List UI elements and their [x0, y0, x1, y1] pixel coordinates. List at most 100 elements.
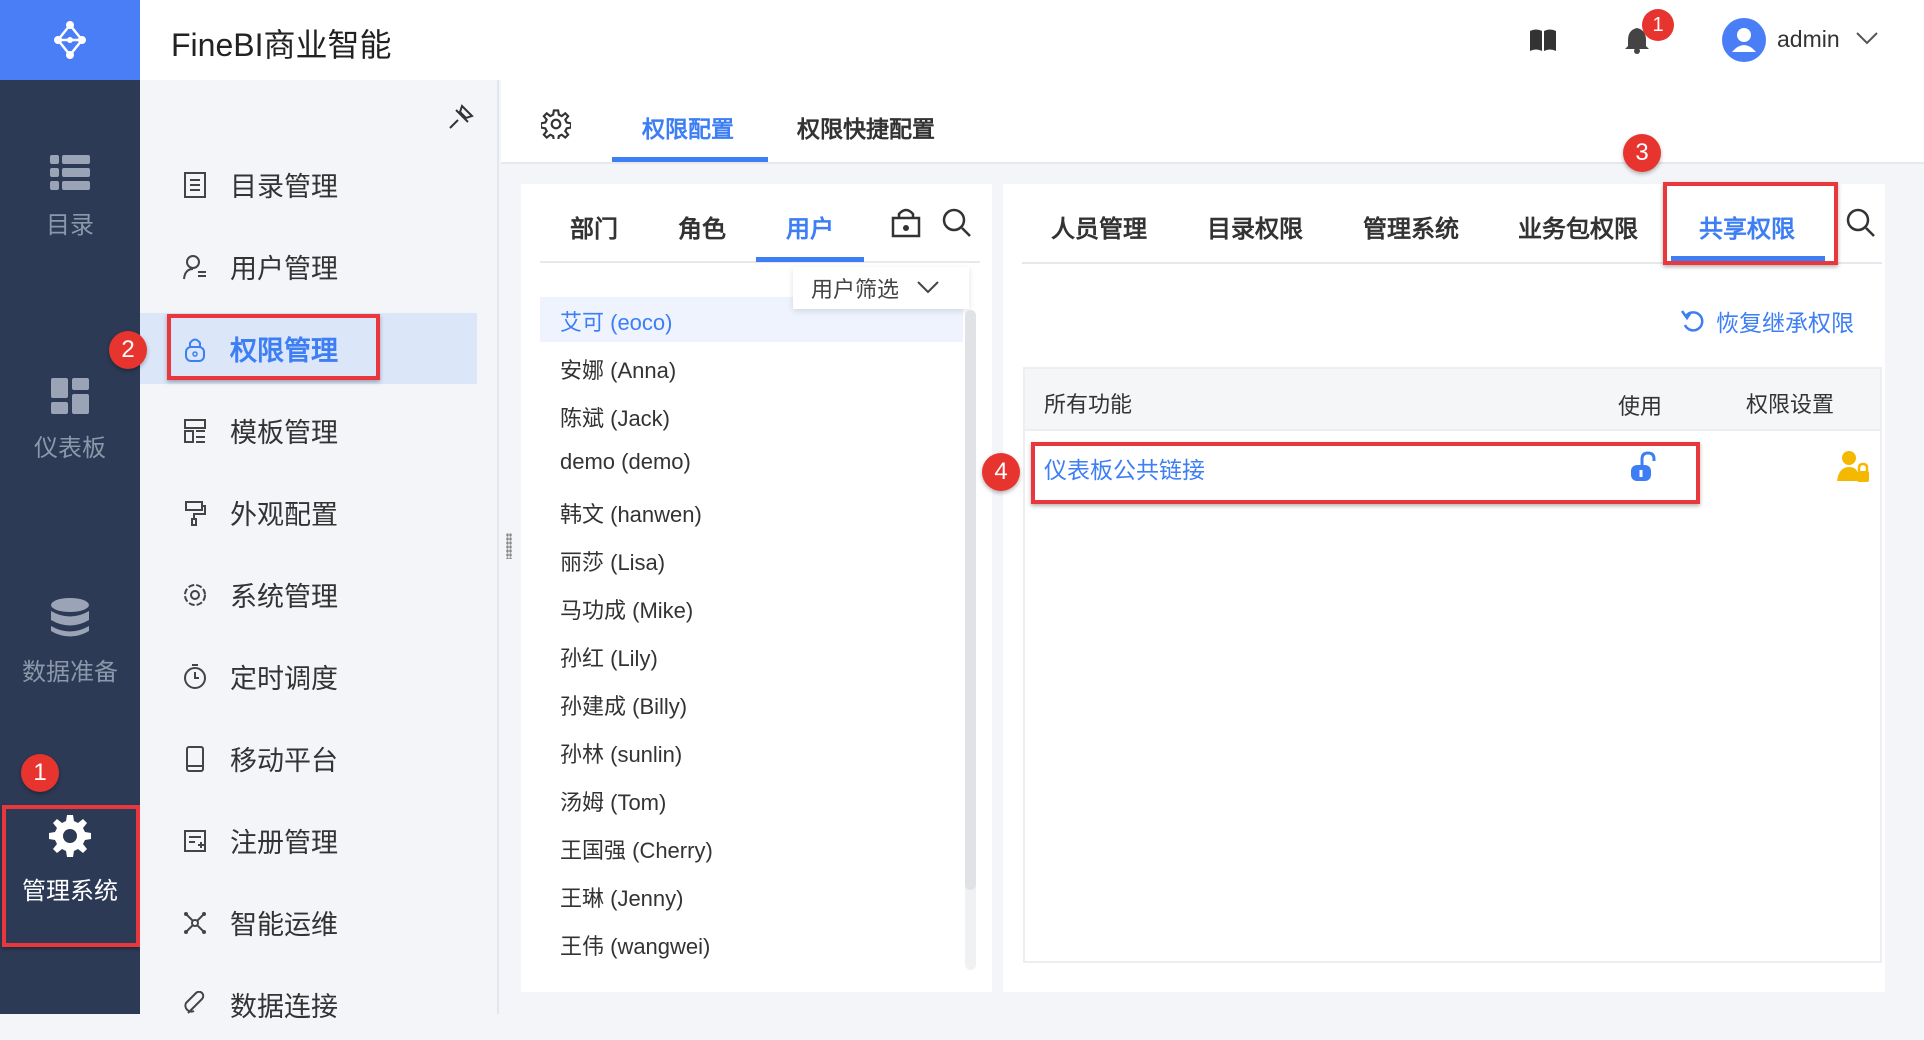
- sidebar-item-smart-ops[interactable]: 智能运维: [140, 887, 477, 958]
- column-header: 所有功能: [1044, 392, 1133, 417]
- rail-item-dashboard[interactable]: 仪表板: [0, 378, 140, 463]
- ops-icon: [184, 911, 206, 934]
- rail-item-data-prep[interactable]: 数据准备: [0, 598, 140, 687]
- sidebar-item-label: 用户管理: [230, 254, 338, 284]
- user-list-item[interactable]: 汤姆 (Tom): [560, 785, 666, 817]
- tab-admin-system[interactable]: 管理系统: [1363, 209, 1459, 244]
- chevron-down-icon: [917, 281, 939, 294]
- undo-icon: [1680, 310, 1704, 332]
- database-icon: [51, 598, 89, 637]
- table-header: 所有功能 使用 权限设置: [1025, 369, 1880, 431]
- connect-icon: [184, 990, 205, 1014]
- catalog-icon: [184, 171, 206, 198]
- tab-catalog-permission[interactable]: 目录权限: [1207, 209, 1303, 244]
- sidebar-item-label: 移动平台: [230, 746, 338, 776]
- pin-icon[interactable]: [448, 104, 474, 130]
- sidebar-item-label: 目录管理: [230, 172, 338, 202]
- user-list-item[interactable]: 安娜 (Anna): [560, 353, 676, 385]
- user-filter-dropdown[interactable]: 用户筛选: [793, 267, 969, 309]
- sidebar-item-registration[interactable]: 注册管理: [140, 805, 477, 876]
- sidebar-item-template-manage[interactable]: 模板管理: [140, 395, 477, 466]
- dashboard-icon: [51, 378, 89, 414]
- user-list-item[interactable]: 孙林 (sunlin): [560, 737, 682, 769]
- column-header: 权限设置: [1746, 392, 1835, 417]
- logo-icon: [54, 21, 86, 59]
- annotation-box-3: [1663, 182, 1838, 265]
- secondary-sidebar: 目录管理 用户管理 权限管理 模板管理 外观配置 系统管理 定时调度 移动平台 注册管理 智能运维…: [140, 80, 499, 1022]
- user-list-item[interactable]: 丽莎 (Lisa): [560, 545, 665, 577]
- annotation-box-4: [1031, 442, 1700, 504]
- resize-handle[interactable]: [506, 533, 512, 559]
- lock-filter-icon[interactable]: [891, 206, 925, 238]
- user-list-item[interactable]: 孙红 (Lily): [560, 641, 658, 673]
- avatar[interactable]: [1722, 18, 1766, 62]
- sidebar-item-mobile-platform[interactable]: 移动平台: [140, 723, 477, 794]
- tab-quick-config[interactable]: 权限快捷配置: [797, 110, 935, 144]
- rail-item-catalog[interactable]: 目录: [0, 155, 140, 240]
- logo[interactable]: [0, 0, 140, 80]
- user-filter-label: 用户筛选: [811, 277, 900, 302]
- active-tab-indicator: [756, 257, 864, 262]
- notification-badge: 1: [1642, 9, 1674, 41]
- user-list-item[interactable]: 王国强 (Cherry): [560, 833, 713, 865]
- sidebar-item-label: 定时调度: [230, 664, 338, 694]
- user-icon: [183, 254, 206, 279]
- list-icon: [50, 155, 90, 190]
- annotation-badge: 3: [1623, 134, 1661, 172]
- annotation-badge: 1: [21, 754, 59, 792]
- tab-package-permission[interactable]: 业务包权限: [1518, 209, 1638, 244]
- user-list-item[interactable]: demo (demo): [560, 449, 691, 475]
- settings-icon[interactable]: [541, 109, 571, 139]
- search-icon[interactable]: [941, 207, 973, 239]
- active-tab-indicator: [612, 157, 768, 162]
- chevron-down-icon[interactable]: [1856, 32, 1878, 46]
- mobile-icon: [186, 745, 204, 772]
- rail-label: 数据准备: [22, 659, 118, 686]
- rail-label: 仪表板: [34, 435, 106, 462]
- user-list-item[interactable]: 孙建成 (Billy): [560, 689, 687, 721]
- sidebar-item-label: 模板管理: [230, 418, 338, 448]
- tab-user[interactable]: 用户: [786, 209, 834, 244]
- sidebar-item-label: 数据连接: [230, 992, 338, 1022]
- book-icon[interactable]: [1529, 28, 1557, 52]
- search-icon[interactable]: [1845, 207, 1877, 239]
- sidebar-item-appearance-config[interactable]: 外观配置: [140, 477, 477, 548]
- template-icon: [184, 418, 206, 443]
- sidebar-item-data-connection[interactable]: 数据连接: [140, 969, 477, 1040]
- sidebar-item-label: 系统管理: [230, 582, 338, 612]
- tab-personnel[interactable]: 人员管理: [1051, 209, 1147, 244]
- annotation-badge: 4: [982, 453, 1020, 491]
- header: FineBI商业智能 1 admin: [140, 0, 1924, 80]
- column-header: 使用: [1618, 394, 1663, 419]
- annotation-badge: 2: [109, 331, 147, 369]
- timer-icon: [184, 663, 206, 689]
- top-tabs: 权限配置 权限快捷配置: [501, 80, 1924, 164]
- user-list-item[interactable]: 艾可 (eoco): [560, 305, 672, 337]
- user-list-item[interactable]: 韩文 (hanwen): [560, 497, 702, 529]
- sidebar-item-system-manage[interactable]: 系统管理: [140, 559, 477, 630]
- user-lock-icon[interactable]: [1837, 449, 1869, 483]
- annotation-box-2: [167, 314, 380, 380]
- rail-label: 目录: [46, 212, 94, 239]
- tab-permission-config[interactable]: 权限配置: [642, 110, 734, 144]
- sidebar-item-schedule[interactable]: 定时调度: [140, 641, 477, 712]
- user-icon: [1732, 28, 1756, 52]
- tab-role[interactable]: 角色: [678, 209, 726, 244]
- scrollbar[interactable]: [965, 310, 976, 970]
- user-list-item[interactable]: 马功成 (Mike): [560, 593, 693, 625]
- sidebar-item-catalog-manage[interactable]: 目录管理: [140, 149, 477, 220]
- user-list-item[interactable]: 王伟 (wangwei): [560, 929, 710, 961]
- register-icon: [184, 829, 206, 852]
- app-title: FineBI商业智能: [171, 27, 392, 63]
- user-list-item[interactable]: 陈斌 (Jack): [560, 401, 670, 433]
- user-list-item[interactable]: 王琳 (Jenny): [560, 881, 683, 913]
- scrollbar-thumb[interactable]: [965, 310, 976, 890]
- restore-label: 恢复继承权限: [1716, 310, 1854, 336]
- sidebar-item-user-manage[interactable]: 用户管理: [140, 231, 477, 302]
- tab-department[interactable]: 部门: [570, 209, 618, 244]
- restore-inherit-button[interactable]: 恢复继承权限: [1680, 304, 1854, 338]
- sidebar-item-label: 外观配置: [230, 500, 338, 530]
- appearance-icon: [185, 500, 206, 526]
- username[interactable]: admin: [1777, 26, 1840, 53]
- sidebar-item-label: 注册管理: [230, 828, 338, 858]
